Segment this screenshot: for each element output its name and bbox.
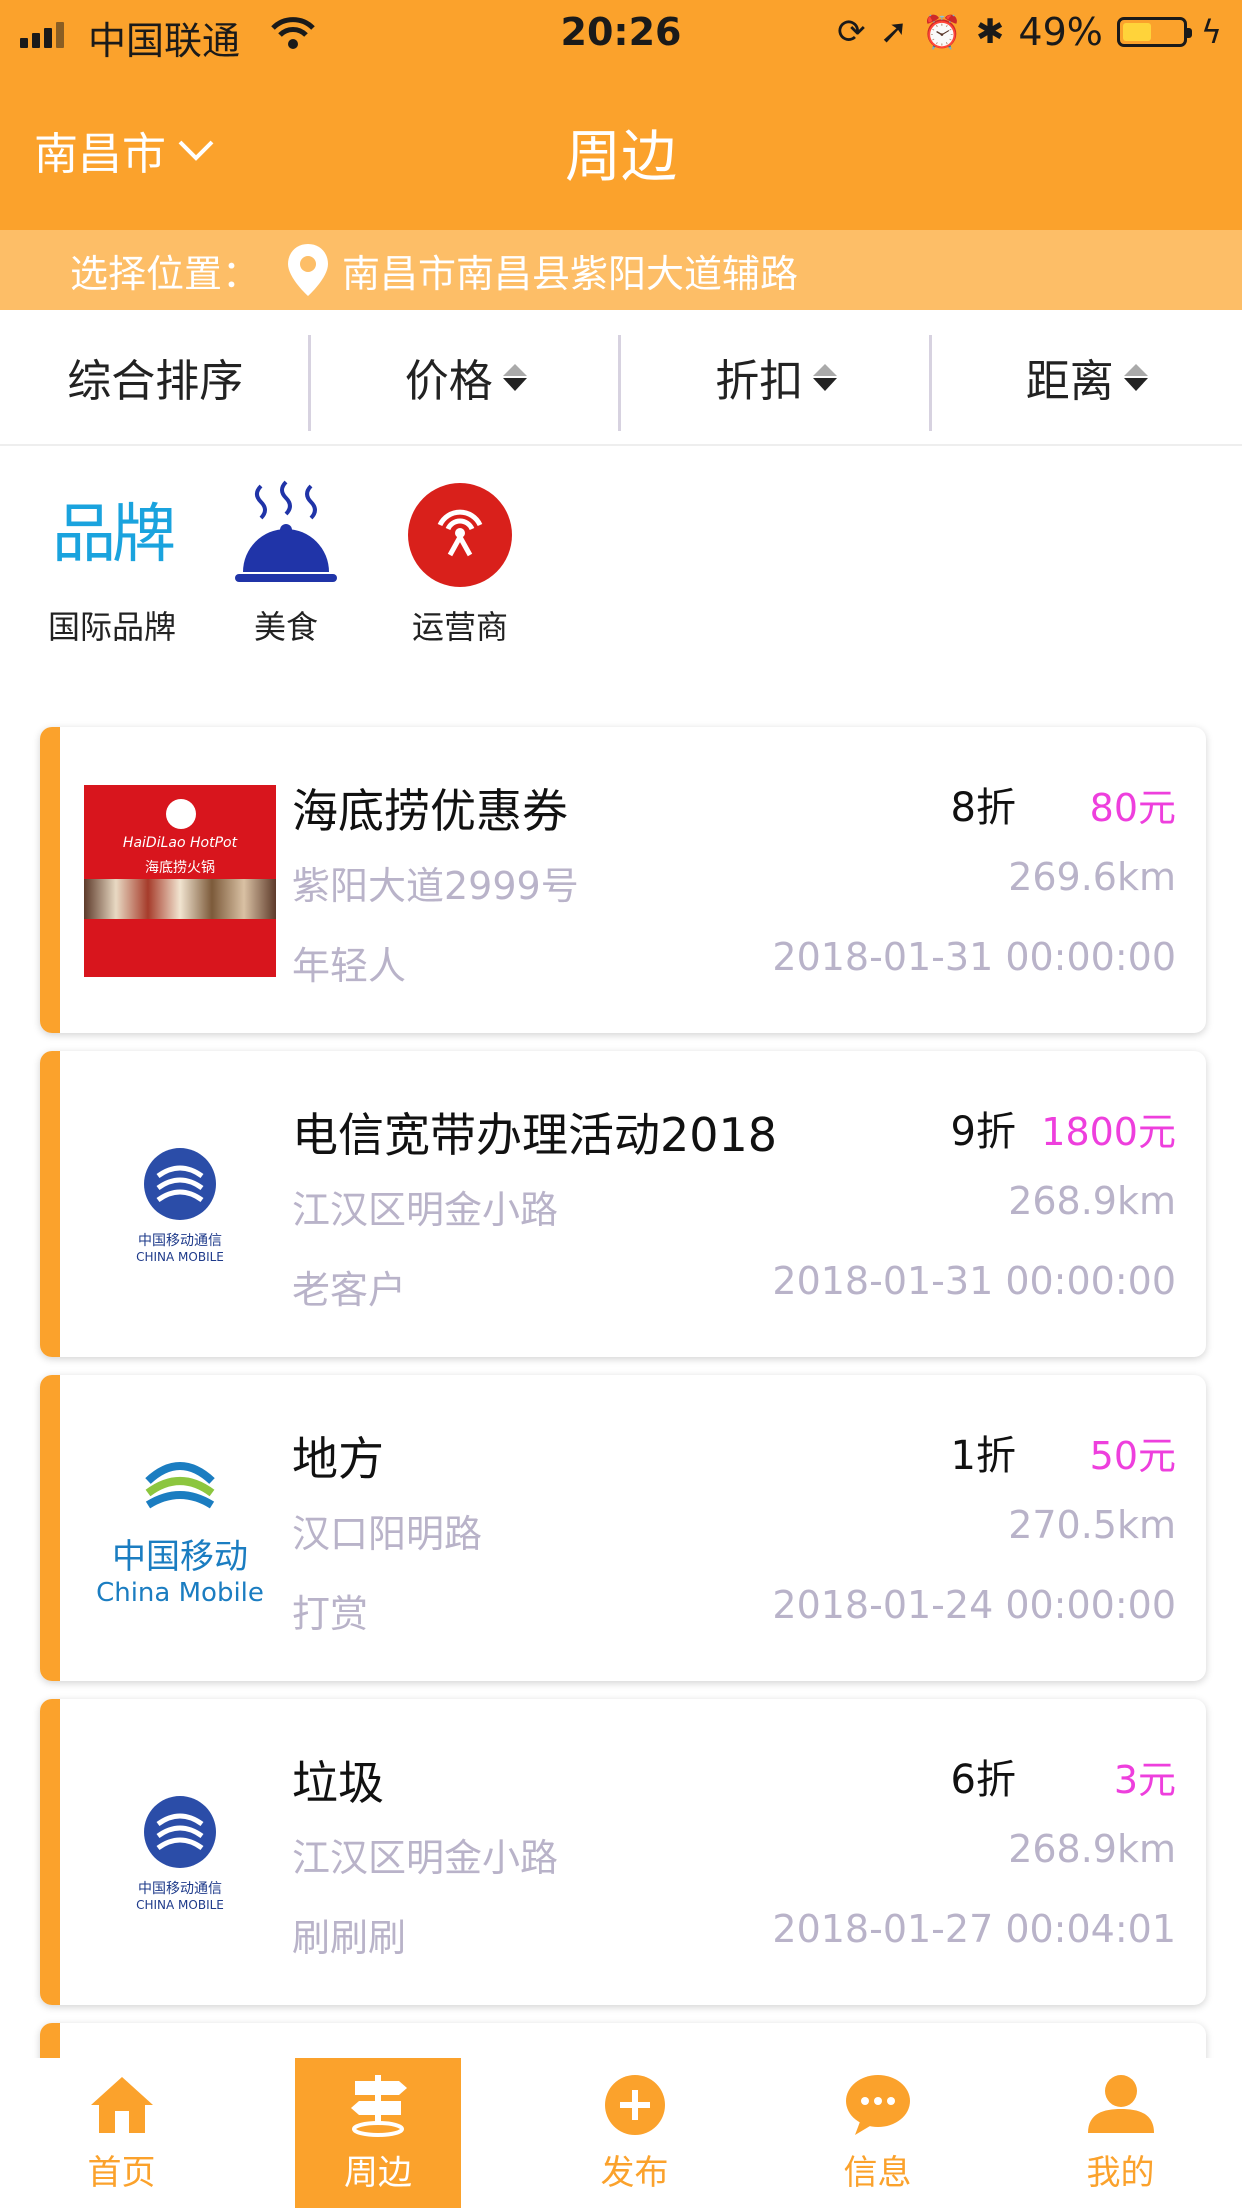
- deal-address: 江汉区明金小路: [292, 1836, 559, 1880]
- deal-distance: 268.9km: [1008, 1179, 1176, 1223]
- orientation-lock-icon: ⟳: [837, 12, 866, 52]
- sort-arrows-icon: [1123, 363, 1148, 391]
- sort-price[interactable]: 价格: [311, 327, 622, 431]
- haidilao-logo-icon: HaiDiLao HotPot 海底捞火锅: [84, 785, 276, 977]
- battery-icon: [1116, 17, 1192, 47]
- card-accent: [40, 1051, 60, 1357]
- deal-date: 2018-01-24 00:00:00: [772, 1583, 1176, 1627]
- deal-tag: 年轻人: [292, 944, 407, 988]
- deal-distance: 270.5km: [1008, 1503, 1176, 1547]
- card-accent: [40, 1375, 60, 1681]
- category-label: 美食: [253, 608, 318, 646]
- sort-label: 综合排序: [67, 356, 244, 407]
- card-accent: [40, 727, 60, 1033]
- user-icon: [1087, 2074, 1154, 2133]
- deal-card[interactable]: 中国移动 China Mobile 地方 1折 50元 汉口阳明路 270.5k…: [40, 1375, 1206, 1681]
- tab-label: 发布: [600, 2152, 669, 2193]
- deal-logo: 中国移动通信 CHINA MOBILE: [84, 1109, 276, 1301]
- deal-date: 2018-01-31 00:00:00: [772, 935, 1176, 979]
- category-list: 品牌 国际品牌 美食 运营商: [48, 480, 522, 648]
- deal-price: 3元: [1113, 1758, 1176, 1802]
- tab-messages[interactable]: 信息: [756, 2058, 999, 2208]
- deal-logo: 中国移动通信 CHINA MOBILE: [84, 1757, 276, 1949]
- deal-discount: 1折: [950, 1433, 1016, 1479]
- deal-name: 海底捞优惠券: [292, 784, 568, 838]
- deal-price: 1800元: [1041, 1110, 1176, 1154]
- deal-name: 电信宽带办理活动2018: [292, 1108, 778, 1162]
- signpost-icon: [351, 2074, 407, 2137]
- category-label: 国际品牌: [48, 608, 177, 646]
- category-brand[interactable]: 品牌 国际品牌: [48, 480, 177, 648]
- deal-date: 2018-01-27 00:04:01: [772, 1907, 1176, 1951]
- home-icon: [90, 2076, 153, 2133]
- bluetooth-icon: ✱: [975, 12, 1005, 52]
- tab-label: 我的: [1086, 2152, 1155, 2193]
- card-accent: [40, 1699, 60, 2005]
- china-mobile-logo-icon: 中国移动通信 CHINA MOBILE: [136, 1146, 224, 1264]
- tab-publish[interactable]: 发布: [513, 2058, 756, 2208]
- deal-tag: 刷刷刷: [292, 1916, 407, 1960]
- location-pin-icon: [288, 244, 329, 296]
- deal-logo: 中国移动 China Mobile: [84, 1433, 276, 1625]
- status-right: ⟳ ➚ ⏰ ✱ 49% ϟ: [837, 10, 1222, 54]
- tab-label: 周边: [344, 2152, 412, 2193]
- deal-price: 80元: [1089, 786, 1176, 830]
- china-mobile-logo-icon: 中国移动 China Mobile: [96, 1451, 264, 1608]
- sort-arrows-icon: [502, 363, 527, 391]
- deal-address: 汉口阳明路: [292, 1512, 483, 1556]
- deal-card[interactable]: 中国移动通信 CHINA MOBILE 垃圾 6折 3元 江汉区明金小路 268…: [40, 1699, 1206, 2005]
- deal-card[interactable]: 中国移动通信 CHINA MOBILE 电信宽带办理活动2018 9折 1800…: [40, 1051, 1206, 1357]
- deal-tag: 老客户: [292, 1268, 407, 1312]
- chat-icon: [845, 2074, 910, 2135]
- deal-price: 50元: [1089, 1434, 1176, 1478]
- plus-icon: [604, 2074, 665, 2135]
- deal-tag: 打赏: [292, 1592, 369, 1636]
- tab-label: 信息: [843, 2152, 912, 2193]
- category-label: 运营商: [411, 608, 508, 646]
- status-bar: 中国联通 20:26 ⟳ ➚ ⏰ ✱ 49% ϟ: [0, 0, 1242, 68]
- category-food[interactable]: 美食: [224, 480, 348, 648]
- deal-address: 紫阳大道2999号: [292, 864, 579, 908]
- category-carrier[interactable]: 运营商: [398, 480, 522, 648]
- deal-discount: 6折: [950, 1757, 1016, 1803]
- location-bar[interactable]: 选择位置： 南昌市南昌县紫阳大道辅路: [0, 230, 1242, 310]
- sort-distance[interactable]: 距离: [932, 327, 1242, 427]
- app-header: 中国联通 20:26 ⟳ ➚ ⏰ ✱ 49% ϟ 南昌市 周边: [0, 0, 1242, 230]
- tab-me[interactable]: 我的: [999, 2058, 1242, 2208]
- deal-address: 江汉区明金小路: [292, 1188, 559, 1232]
- deal-distance: 269.6km: [1008, 855, 1176, 899]
- sort-arrows-icon: [813, 363, 838, 391]
- deal-discount: 8折: [950, 785, 1016, 831]
- sort-label: 折扣: [715, 356, 804, 407]
- location-arrow-icon: ➚: [879, 12, 909, 52]
- page-title: 周边: [565, 125, 677, 190]
- deal-name: 地方: [292, 1432, 384, 1486]
- battery-percent: 49%: [1018, 10, 1103, 54]
- china-mobile-logo-icon: 中国移动通信 CHINA MOBILE: [136, 1794, 224, 1912]
- deal-name: 垃圾: [292, 1756, 384, 1810]
- deal-list: HaiDiLao HotPot 海底捞火锅 海底捞优惠券 8折 80元 紫阳大道…: [40, 727, 1206, 2101]
- sort-overall[interactable]: 综合排序: [0, 327, 311, 431]
- deal-logo: HaiDiLao HotPot 海底捞火锅: [84, 785, 276, 977]
- deal-discount: 9折: [950, 1109, 1016, 1155]
- location-address: 南昌市南昌县紫阳大道辅路: [342, 251, 799, 296]
- tab-home[interactable]: 首页: [0, 2058, 243, 2208]
- sort-discount[interactable]: 折扣: [621, 327, 932, 431]
- deal-distance: 268.9km: [1008, 1827, 1176, 1871]
- brand-logo-icon: 品牌: [52, 498, 176, 572]
- sort-label: 距离: [1025, 356, 1114, 407]
- tab-nearby[interactable]: 周边: [295, 2058, 461, 2208]
- deal-card[interactable]: HaiDiLao HotPot 海底捞火锅 海底捞优惠券 8折 80元 紫阳大道…: [40, 727, 1206, 1033]
- deal-date: 2018-01-31 00:00:00: [772, 1259, 1176, 1303]
- tab-label: 首页: [87, 2152, 156, 2193]
- sort-bar: 综合排序 价格 折扣 距离: [0, 310, 1242, 446]
- alarm-icon: ⏰: [922, 13, 962, 51]
- tab-bar: 首页 周边 发布 信息 我的: [0, 2058, 1242, 2208]
- location-label: 选择位置：: [70, 251, 261, 296]
- charging-icon: ϟ: [1200, 13, 1222, 51]
- signal-tower-icon: [408, 483, 512, 587]
- cloche-icon: [235, 480, 337, 582]
- sort-label: 价格: [404, 356, 493, 407]
